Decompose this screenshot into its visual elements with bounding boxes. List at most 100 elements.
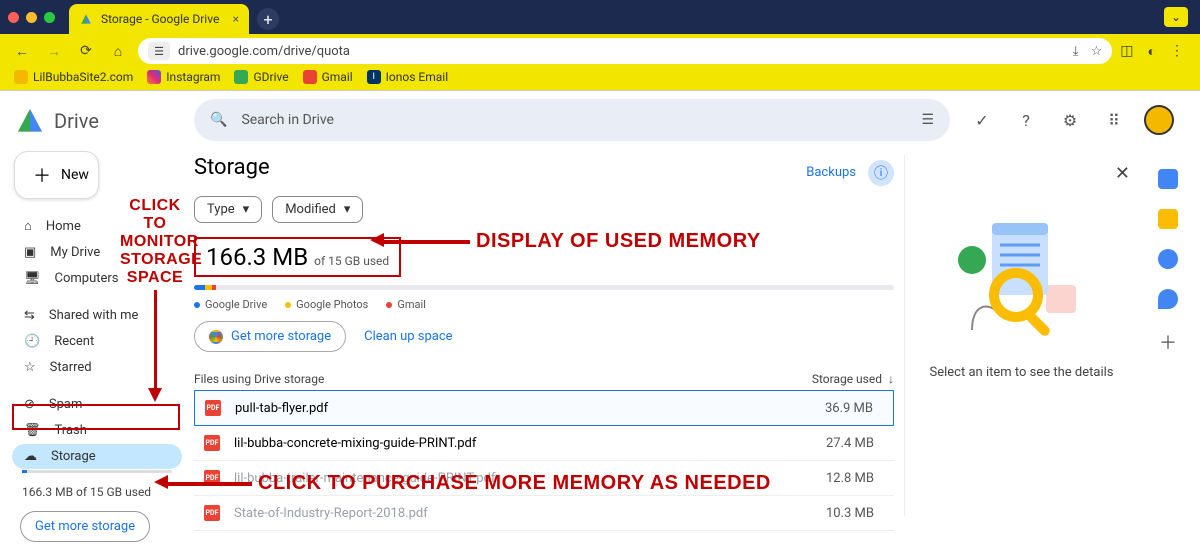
side-rail: ＋: [1148, 155, 1188, 516]
calendar-icon[interactable]: [1158, 169, 1178, 189]
filter-type-chip[interactable]: Type▾: [194, 196, 262, 223]
chevron-down-icon: ▾: [344, 202, 351, 217]
minimize-window-icon[interactable]: [26, 12, 37, 23]
drive-icon: [79, 12, 93, 26]
bookmark-item[interactable]: Instagram: [147, 70, 220, 84]
settings-gear-icon[interactable]: ⚙: [1056, 106, 1084, 134]
file-name: State-of-Industry-Report-2018.pdf: [234, 506, 428, 521]
chevron-down-icon: ▾: [243, 202, 250, 217]
google-one-icon: [209, 330, 223, 344]
file-name: lil-bubba-concrete-mixing-guide-PRINT.pd…: [234, 436, 476, 451]
file-row[interactable]: PDF pull-tab-flyer.pdf 36.9 MB: [194, 390, 894, 426]
sidebar-item-computers[interactable]: 🖥Computers: [12, 266, 182, 291]
filter-modified-chip[interactable]: Modified▾: [272, 196, 363, 223]
status-icon[interactable]: ✓: [968, 106, 996, 134]
file-size: 12.8 MB: [826, 471, 884, 486]
url-text: drive.google.com/drive/quota: [178, 44, 350, 59]
file-size: 27.4 MB: [826, 436, 884, 451]
storage-used-total: of 15 GB used: [314, 254, 389, 268]
keep-icon[interactable]: [1158, 209, 1178, 229]
people-icon: ⇆: [24, 308, 35, 323]
zoom-window-icon[interactable]: [44, 12, 55, 23]
details-empty-msg: Select an item to see the details: [915, 365, 1128, 380]
file-row[interactable]: PDFlil-bubba-trailer-maintenance-guide-P…: [194, 461, 894, 496]
search-placeholder: Search in Drive: [241, 112, 334, 128]
storage-legend: Google Drive Google Photos Gmail: [194, 298, 894, 311]
help-icon[interactable]: ?: [1012, 106, 1040, 134]
star-icon: ☆: [24, 360, 36, 375]
sidebar-storage-bar: [22, 470, 172, 473]
sidepanel-icon[interactable]: ◫: [1120, 43, 1133, 59]
drive-logo[interactable]: Drive: [8, 101, 186, 151]
brand-label: Drive: [54, 109, 99, 133]
contacts-icon[interactable]: [1158, 289, 1178, 309]
tab-title: Storage - Google Drive: [101, 12, 219, 26]
home-icon: ⌂: [24, 218, 32, 234]
pdf-icon: PDF: [205, 400, 221, 416]
menu-dots-icon[interactable]: ⋮: [1170, 43, 1184, 59]
file-row[interactable]: PDF State-of-Industry-Report-2018.pdf 10.3…: [194, 496, 894, 531]
file-list-header: Files using Drive storage Storage used ↓: [194, 368, 894, 390]
info-icon[interactable]: ⓘ: [868, 160, 894, 186]
browser-toolbar: ← → ⟳ ⌂ ☰ drive.google.com/drive/quota ⤓…: [0, 34, 1200, 68]
bookmark-star-icon[interactable]: ☆: [1091, 44, 1103, 59]
clock-icon: 🕘: [24, 334, 40, 349]
storage-main-pane: Storage Backups ⓘ Type▾ Modified▾ 166.3 …: [194, 155, 894, 516]
bookmark-item[interactable]: GDrive: [234, 70, 288, 84]
tab-close-icon[interactable]: ×: [233, 12, 239, 26]
file-size: 36.9 MB: [825, 401, 883, 416]
tasks-icon[interactable]: [1158, 249, 1178, 269]
plus-icon: ＋: [33, 162, 51, 188]
cloud-icon: ☁: [24, 449, 37, 464]
storage-used-amount: 166.3 MB: [206, 243, 308, 271]
close-details-icon[interactable]: ✕: [1115, 163, 1130, 184]
install-icon[interactable]: ⤓: [1073, 44, 1079, 59]
file-name: pull-tab-flyer.pdf: [235, 401, 328, 416]
search-filter-icon[interactable]: ☰: [921, 112, 934, 128]
window-titlebar: Storage - Google Drive × + ⌄: [0, 0, 1200, 34]
sidebar-item-home[interactable]: ⌂Home: [12, 213, 182, 239]
file-list: PDFpull-tab-flyer.pdf36.9 MBPDFlil-bubba…: [194, 390, 894, 531]
back-icon[interactable]: ←: [10, 39, 34, 63]
site-info-icon[interactable]: ☰: [148, 42, 170, 60]
pdf-icon: PDF: [204, 505, 220, 521]
new-tab-button[interactable]: +: [257, 8, 279, 30]
page-title: Storage: [194, 155, 270, 180]
profile-icon[interactable]: ◐: [1148, 43, 1156, 60]
close-window-icon[interactable]: [8, 12, 19, 23]
reload-icon[interactable]: ⟳: [74, 39, 98, 63]
file-row[interactable]: PDF lil-bubba-concrete-mixing-guide-PRINT…: [194, 426, 894, 461]
file-size: 10.3 MB: [826, 506, 884, 521]
bookmarks-bar: LilBubbaSite2.com Instagram GDrive Gmail…: [0, 68, 1200, 90]
bookmark-item[interactable]: IIonos Email: [367, 70, 448, 84]
traffic-lights: [8, 12, 55, 23]
search-icon: 🔍: [210, 112, 227, 128]
col-size[interactable]: Storage used: [812, 372, 882, 386]
new-button[interactable]: ＋ New: [14, 151, 99, 199]
search-input[interactable]: 🔍 Search in Drive ☰: [194, 99, 950, 141]
add-addon-icon[interactable]: ＋: [1159, 329, 1177, 355]
bookmark-item[interactable]: Gmail: [303, 70, 353, 84]
home-icon[interactable]: ⌂: [106, 39, 130, 63]
drive-icon: [14, 105, 46, 137]
browser-tab[interactable]: Storage - Google Drive ×: [69, 4, 249, 34]
sort-arrow-icon[interactable]: ↓: [888, 372, 894, 386]
backups-link[interactable]: Backups: [806, 165, 856, 180]
bookmark-item[interactable]: LilBubbaSite2.com: [14, 70, 133, 84]
sidebar-item-mydrive[interactable]: ▣My Drive: [12, 240, 182, 265]
apps-grid-icon[interactable]: ⠿: [1100, 106, 1128, 134]
computer-icon: 🖥: [24, 271, 41, 286]
forward-icon[interactable]: →: [42, 39, 66, 63]
col-name: Files using Drive storage: [194, 372, 324, 386]
drive-icon: ▣: [24, 245, 36, 260]
account-avatar[interactable]: [1144, 105, 1174, 135]
clean-up-space-link[interactable]: Clean up space: [364, 329, 452, 344]
window-control-icon[interactable]: ⌄: [1164, 7, 1188, 27]
get-more-storage-button[interactable]: Get more storage: [194, 321, 346, 352]
sidebar-item-storage[interactable]: ☁Storage: [12, 444, 182, 469]
pdf-icon: PDF: [204, 435, 220, 451]
details-illustration: [952, 215, 1092, 345]
details-pane: ✕ Select an item to see the details: [904, 155, 1138, 516]
address-bar[interactable]: ☰ drive.google.com/drive/quota ⤓ ☆: [138, 38, 1112, 64]
sidebar: Drive ＋ New ⌂Home ▣My Drive 🖥Computers ⇆…: [0, 91, 194, 516]
